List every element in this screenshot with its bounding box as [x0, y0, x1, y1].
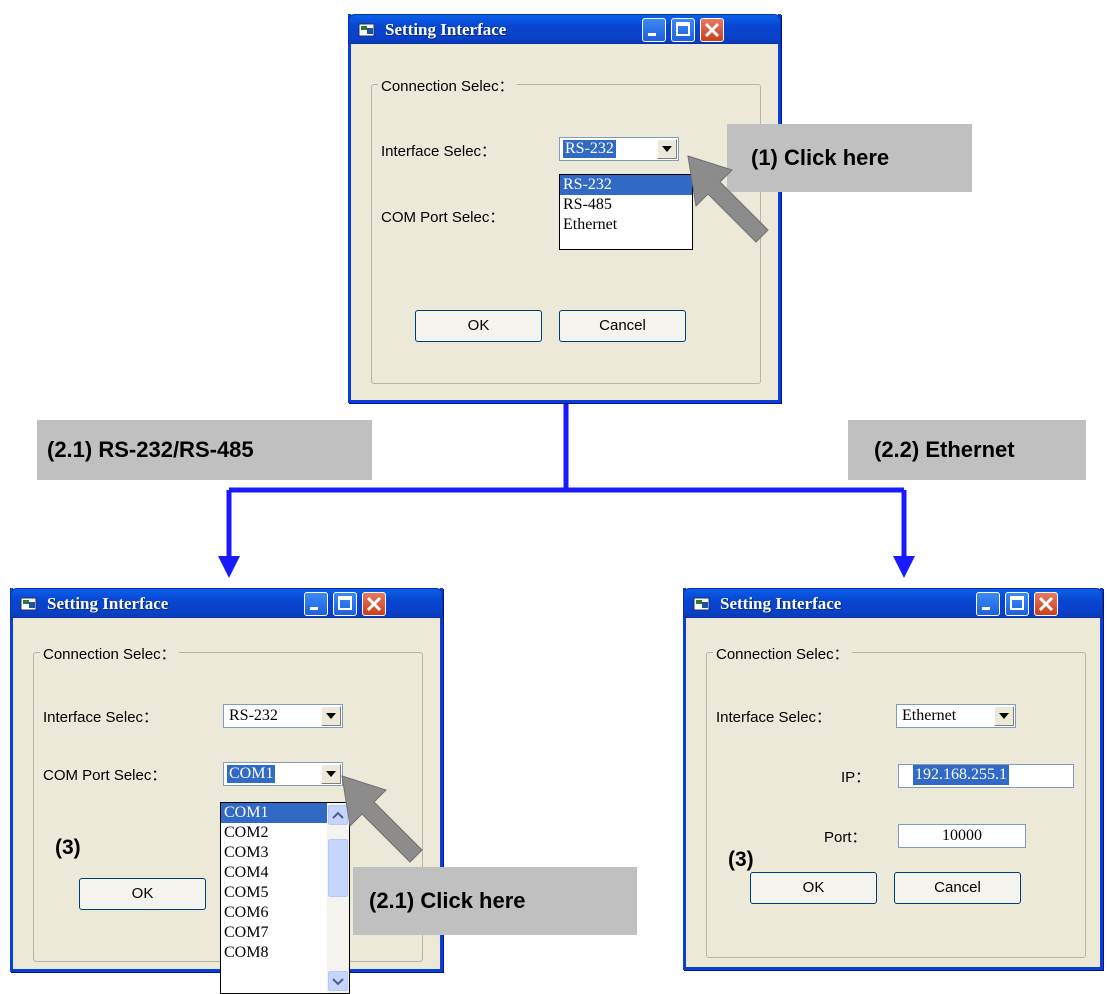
com-port-dropdown-list: COM1 COM2 COM3 COM4 COM5 COM6 COM7 COM8: [220, 802, 350, 994]
step21-header-callout: (2.1) RS-232/RS-485: [37, 420, 372, 480]
cancel-button[interactable]: Cancel: [894, 872, 1021, 904]
group-label: Connection Selec：: [378, 75, 517, 96]
connection-group: Connection Selec：: [706, 643, 1086, 958]
minimize-icon: [982, 607, 990, 610]
ip-label: IP：: [841, 769, 871, 786]
ok-button[interactable]: OK: [79, 878, 206, 910]
interface-label: Interface Selec：: [716, 709, 832, 726]
com-port-label: COM Port Selec：: [43, 767, 167, 784]
scroll-down-button[interactable]: [328, 971, 348, 991]
group-label: Connection Selec：: [713, 643, 852, 664]
interface-select-value: RS-232: [563, 140, 616, 158]
port-field[interactable]: 10000: [898, 824, 1026, 848]
ok-button[interactable]: OK: [750, 872, 877, 904]
ok-button[interactable]: OK: [415, 310, 542, 342]
interface-select-value: Ethernet: [902, 707, 957, 724]
window-title: Setting Interface: [720, 594, 842, 613]
title-bar[interactable]: Setting Interface: [348, 14, 781, 44]
dropdown-option-rs485[interactable]: RS-485: [560, 195, 692, 215]
minimize-icon: [310, 607, 318, 610]
window-title: Setting Interface: [47, 594, 169, 613]
dropdown-arrow-icon: [999, 713, 1009, 719]
dropdown-arrow-button[interactable]: [321, 706, 341, 726]
step3-label: (3): [55, 836, 81, 859]
app-icon: [20, 597, 37, 611]
pointer-arrow-icon: [687, 155, 769, 243]
step22-header-callout: (2.2) Ethernet: [848, 420, 1086, 480]
com-port-select[interactable]: COM1: [223, 762, 343, 786]
interface-select[interactable]: RS-232: [559, 137, 679, 161]
dropdown-option-rs232[interactable]: RS-232: [560, 175, 692, 195]
interface-label: Interface Selec：: [381, 143, 497, 160]
dropdown-arrow-icon: [326, 771, 336, 777]
scroll-down-icon: [332, 978, 344, 986]
ip-field[interactable]: 192.168.255.1: [898, 764, 1074, 788]
minimize-button[interactable]: [304, 592, 328, 616]
window-title: Setting Interface: [385, 20, 507, 39]
port-label: Port：: [824, 829, 867, 846]
dropdown-arrow-icon: [662, 146, 672, 152]
close-icon: [704, 22, 720, 38]
pointer-arrow-icon: [341, 775, 423, 863]
app-icon: [358, 23, 375, 37]
app-icon: [693, 597, 710, 611]
maximize-button[interactable]: [671, 18, 695, 42]
title-bar[interactable]: Setting Interface: [10, 588, 443, 618]
interface-label: Interface Selec：: [43, 709, 159, 726]
maximize-button[interactable]: [1005, 592, 1029, 616]
close-button[interactable]: [700, 18, 724, 42]
interface-select[interactable]: RS-232: [223, 704, 343, 728]
minimize-button[interactable]: [642, 18, 666, 42]
close-icon: [1038, 596, 1054, 612]
interface-select[interactable]: Ethernet: [896, 704, 1016, 728]
ip-field-value: 192.168.255.1: [913, 765, 1009, 785]
cancel-button[interactable]: Cancel: [559, 310, 686, 342]
close-icon: [366, 596, 382, 612]
step3-label: (3): [728, 848, 754, 871]
maximize-icon: [338, 596, 352, 610]
group-label: Connection Selec：: [40, 643, 179, 664]
port-field-value: 10000: [942, 827, 982, 844]
step21-click-callout: (2.1) Click here: [353, 867, 637, 935]
title-bar[interactable]: Setting Interface: [683, 588, 1103, 618]
ethernet-setting-dialog: Setting Interface Connection Selec： Inte…: [683, 588, 1103, 970]
close-button[interactable]: [362, 592, 386, 616]
dropdown-arrow-icon: [326, 713, 336, 719]
dropdown-option-ethernet[interactable]: Ethernet: [560, 215, 692, 235]
minimize-icon: [648, 33, 656, 36]
interface-dropdown-list: RS-232 RS-485 Ethernet: [559, 174, 693, 250]
dropdown-arrow-button[interactable]: [994, 706, 1014, 726]
maximize-icon: [1010, 596, 1024, 610]
maximize-button[interactable]: [333, 592, 357, 616]
com-port-label: COM Port Selec：: [381, 209, 505, 226]
close-button[interactable]: [1034, 592, 1058, 616]
interface-select-value: RS-232: [229, 707, 278, 724]
maximize-icon: [676, 22, 690, 36]
minimize-button[interactable]: [976, 592, 1000, 616]
com-port-select-value: COM1: [227, 765, 276, 783]
dropdown-arrow-button[interactable]: [657, 139, 677, 159]
